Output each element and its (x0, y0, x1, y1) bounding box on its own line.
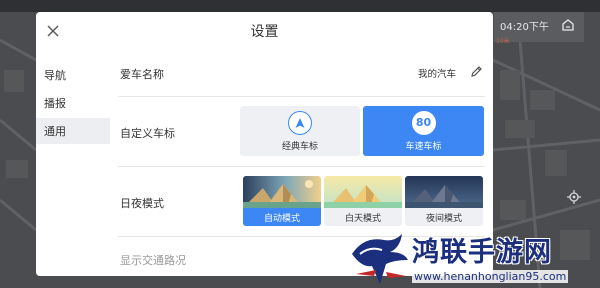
car-marker-label: 自定义车标 (120, 127, 175, 140)
night-mode-label: 夜间模式 (405, 208, 483, 226)
locate-button[interactable] (562, 186, 586, 210)
edit-car-name-button[interactable] (468, 64, 484, 80)
divider (118, 96, 485, 97)
pencil-icon (470, 63, 483, 82)
watermark-logo-icon (352, 234, 408, 284)
settings-side-nav: 导航 播报 通用 (36, 52, 110, 276)
nav-item-general[interactable]: 通用 (36, 118, 110, 144)
car-name-value[interactable]: 我的汽车 (418, 66, 456, 80)
watermark: 鸿联手游网 www.henanhonglian95.com (350, 228, 600, 288)
day-mode-option[interactable]: 白天模式 (324, 176, 402, 226)
dialog-title: 设置 (250, 24, 279, 40)
day-night-label: 日夜模式 (120, 197, 164, 210)
dialog-header: 设置 (36, 12, 493, 52)
clock-time: 04:20下午 (500, 22, 549, 33)
home-button[interactable] (556, 14, 580, 38)
auto-mode-label: 自动模式 (243, 208, 321, 226)
map-scale-label: 10米 (496, 38, 510, 45)
home-icon (561, 17, 575, 36)
divider (118, 166, 485, 167)
locate-icon (567, 189, 581, 208)
nav-item-navigation[interactable]: 导航 (36, 62, 110, 88)
night-mode-option[interactable]: 夜间模式 (405, 176, 483, 226)
speed-badge-icon: 80 (411, 110, 436, 135)
day-mode-scene (324, 176, 402, 208)
classic-marker-label: 经典车标 (281, 141, 318, 152)
watermark-url: www.henanhonglian95.com (412, 270, 569, 283)
classic-marker-option[interactable]: 经典车标 (240, 106, 360, 156)
nav-item-broadcast[interactable]: 播报 (36, 90, 110, 116)
day-mode-label: 白天模式 (324, 208, 402, 226)
watermark-title: 鸿联手游网 (412, 237, 552, 268)
map-top-bar (0, 0, 600, 12)
speed-marker-option[interactable]: 80 车速车标 (363, 106, 484, 156)
night-mode-scene (405, 176, 483, 208)
traffic-label: 显示交通路况 (120, 254, 186, 267)
navigation-arrow-icon (288, 110, 312, 135)
auto-mode-option[interactable]: 自动模式 (243, 176, 321, 226)
speed-marker-label: 车速车标 (405, 141, 442, 152)
auto-mode-scene (243, 176, 321, 208)
car-name-label: 爱车名称 (120, 68, 164, 81)
